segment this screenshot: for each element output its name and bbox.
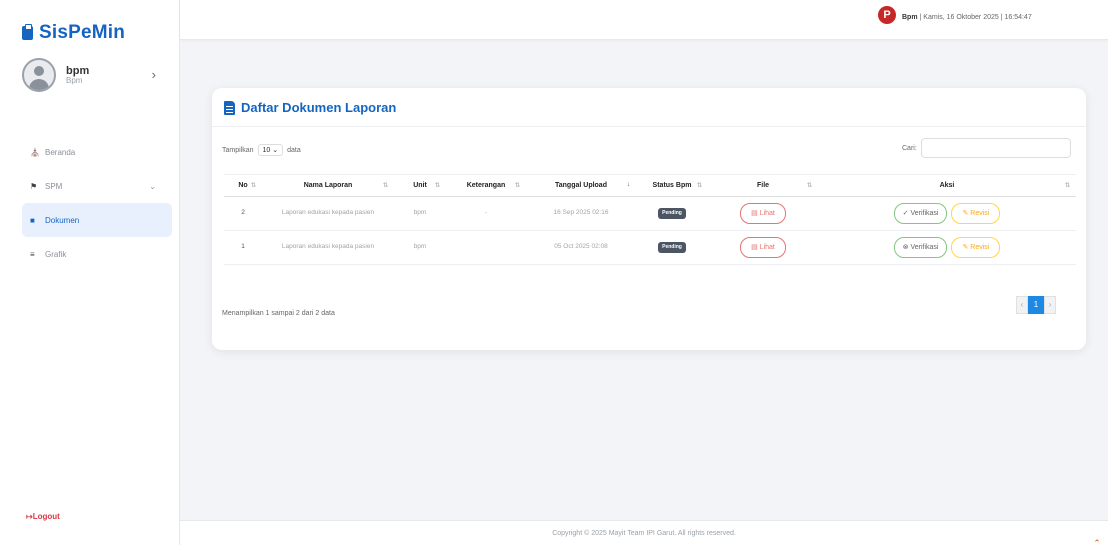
table-header-row: No ⇅ Nama Laporan ⇅ Unit ⇅ Keterangan ⇅ Tang… xyxy=(224,174,1076,197)
profile-name: bpm xyxy=(66,64,90,77)
topbar: P Bpm | Kamis, 16 Oktober 2025 | 16:54:4… xyxy=(180,0,1108,40)
sidebar-item-beranda[interactable]: ⛪ Beranda xyxy=(22,135,172,169)
cell-unit: bpm xyxy=(394,230,446,265)
search-input[interactable] xyxy=(920,138,1071,158)
column-header-nama[interactable]: Nama Laporan ⇅ xyxy=(262,174,394,197)
column-header-keterangan[interactable]: Keterangan ⇅ xyxy=(446,174,526,197)
document-icon xyxy=(224,100,235,115)
sidebar-item-label: Beranda xyxy=(45,147,76,157)
file-icon: ▤ xyxy=(751,243,758,251)
cell-keterangan: - xyxy=(446,196,526,231)
topbar-username: Bpm xyxy=(902,14,918,21)
card-title: Daftar Dokumen Laporan xyxy=(241,100,397,115)
cell-status: Pending xyxy=(636,230,708,265)
sidebar: SisPeMin bpm Bpm › ⛪ Beranda ⚑ SPM ⌄ ■ D… xyxy=(0,0,180,545)
sidebar-item-dokumen[interactable]: ■ Dokumen xyxy=(22,203,172,237)
cell-keterangan xyxy=(446,230,526,265)
brand[interactable]: SisPeMin xyxy=(22,22,125,44)
sidebar-item-label: SPM xyxy=(45,181,63,191)
search-label: Cari: xyxy=(902,144,917,152)
clipboard-icon xyxy=(22,24,33,40)
cell-status: Pending xyxy=(636,196,708,231)
flag-icon: ⚑ xyxy=(30,181,38,191)
table-info: Menampilkan 1 sampai 2 dari 2 data xyxy=(222,310,335,317)
logout-icon: ↦ xyxy=(26,512,33,521)
column-header-file[interactable]: File ⇅ xyxy=(708,174,818,197)
topbar-datetime: | Kamis, 16 Oktober 2025 | 16:54:47 xyxy=(919,14,1032,21)
profile-role: Bpm xyxy=(66,75,83,85)
home-icon: ⛪ xyxy=(30,147,40,157)
view-file-button[interactable]: ▤ Lihat xyxy=(740,236,786,259)
cell-file: ▤ Lihat xyxy=(708,230,818,265)
next-page-button[interactable]: › xyxy=(1044,296,1056,314)
document-list-card: Daftar Dokumen Laporan Tampilkan 10 ⌄ da… xyxy=(212,88,1086,350)
avatar xyxy=(22,58,56,92)
column-header-aksi[interactable]: Aksi ⇅ xyxy=(818,174,1076,197)
edit-icon: ✎ xyxy=(962,209,969,217)
chart-icon: ≡ xyxy=(30,249,35,259)
cell-tanggal: 05 Oct 2025 02:08 xyxy=(526,230,636,265)
cell-no: 1 xyxy=(224,230,262,265)
column-header-status[interactable]: Status Bpm ⇅ xyxy=(636,174,708,197)
cell-tanggal: 16 Sep 2025 02:16 xyxy=(526,196,636,231)
logout-button[interactable]: ↦Logout xyxy=(26,512,60,521)
documents-table: No ⇅ Nama Laporan ⇅ Unit ⇅ Keterangan ⇅ Tang… xyxy=(224,174,1076,265)
card-header: Daftar Dokumen Laporan xyxy=(224,100,396,115)
page-button-current[interactable]: 1 xyxy=(1028,296,1044,314)
divider xyxy=(212,126,1086,127)
copyright-text: Copyright © 2025 Mayit Team IPI Garut. A… xyxy=(552,530,736,537)
sidebar-nav: ⛪ Beranda ⚑ SPM ⌄ ■ Dokumen ≡ Grafik xyxy=(22,135,172,271)
file-icon: ▤ xyxy=(751,209,758,217)
cell-no: 2 xyxy=(224,196,262,231)
edit-icon: ✎ xyxy=(962,243,969,251)
prev-page-button[interactable]: ‹ xyxy=(1016,296,1028,314)
cell-aksi: ✓ Verifikasi ✎ Revisi xyxy=(818,196,1076,231)
cell-aksi: ⊗ Verifikasi ✎ Revisi xyxy=(818,230,1076,265)
search-control: Cari: xyxy=(902,138,1071,158)
check-circle-icon: ✓ xyxy=(902,209,909,217)
chevron-right-icon: › xyxy=(151,67,156,82)
verify-button[interactable]: ✓ Verifikasi xyxy=(893,202,948,225)
column-header-no[interactable]: No ⇅ xyxy=(224,174,262,197)
status-badge: Pending xyxy=(658,208,686,219)
chevron-down-icon: ⌄ xyxy=(149,181,156,191)
sidebar-item-label: Grafik xyxy=(45,249,67,259)
cell-file: ▤ Lihat xyxy=(708,196,818,231)
footer: Copyright © 2025 Mayit Team IPI Garut. A… xyxy=(180,520,1108,545)
institution-logo-icon: P xyxy=(878,6,896,24)
cell-nama: Laporan edukasi kepada pasien xyxy=(262,230,394,265)
view-file-button[interactable]: ▤ Lihat xyxy=(740,202,786,225)
status-badge: Pending xyxy=(658,242,686,253)
folder-icon: ■ xyxy=(30,215,35,225)
table-row: 2 Laporan edukasi kepada pasien bpm - 16… xyxy=(224,196,1076,231)
verify-button[interactable]: ⊗ Verifikasi xyxy=(893,236,948,259)
revise-button[interactable]: ✎ Revisi xyxy=(951,236,1001,259)
x-circle-icon: ⊗ xyxy=(902,243,909,251)
column-header-unit[interactable]: Unit ⇅ xyxy=(394,174,446,197)
scroll-top-icon[interactable]: ⌃ xyxy=(1092,531,1102,545)
sidebar-item-grafik[interactable]: ≡ Grafik xyxy=(22,237,172,271)
user-profile[interactable]: bpm Bpm › xyxy=(22,55,162,95)
pagination: ‹ 1 › xyxy=(1016,296,1056,314)
page-length-select[interactable]: 10 ⌄ xyxy=(257,144,284,156)
table-row: 1 Laporan edukasi kepada pasien bpm 05 O… xyxy=(224,230,1076,265)
sidebar-item-label: Dokumen xyxy=(45,215,80,225)
topbar-user-info: Bpm | Kamis, 16 Oktober 2025 | 16:54:47 xyxy=(902,14,1032,21)
cell-nama: Laporan edukasi kepada pasien xyxy=(262,196,394,231)
cell-unit: bpm xyxy=(394,196,446,231)
brand-name: SisPeMin xyxy=(39,22,126,43)
sidebar-item-spm[interactable]: ⚑ SPM ⌄ xyxy=(22,169,172,203)
page-length-control: Tampilkan 10 ⌄ data xyxy=(222,144,301,156)
revise-button[interactable]: ✎ Revisi xyxy=(951,202,1001,225)
column-header-tanggal[interactable]: Tanggal Upload ↓ xyxy=(526,174,636,197)
